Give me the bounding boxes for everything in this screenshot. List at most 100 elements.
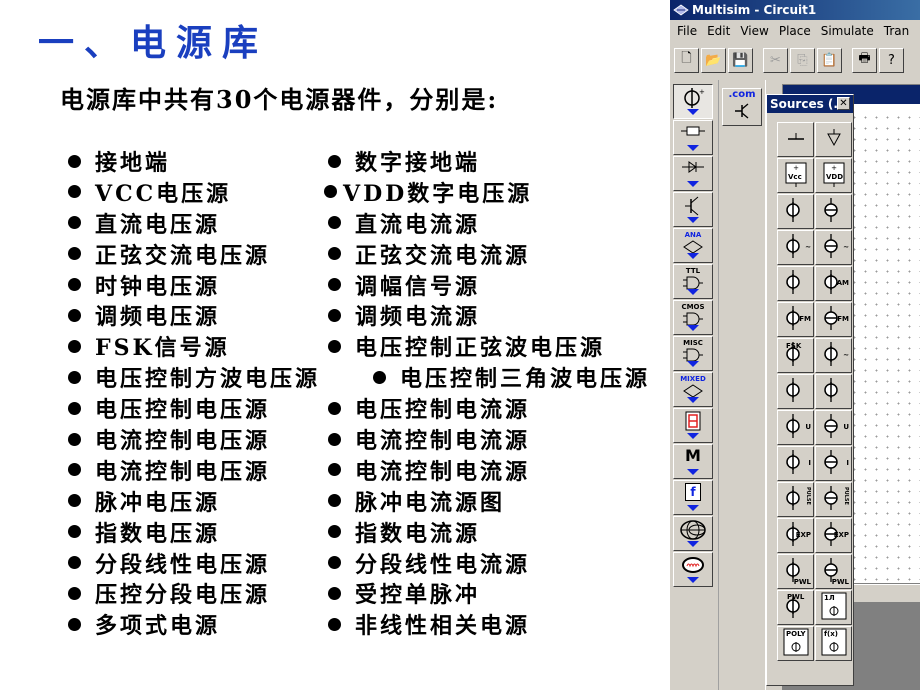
palette-item-vcvs[interactable]: U	[777, 410, 814, 445]
palette-item-ccvs[interactable]: I	[777, 446, 814, 481]
component-group-sources[interactable]: +	[673, 84, 713, 119]
list-item: FSK信号源	[68, 331, 230, 361]
palette-item-dc-current-source[interactable]	[815, 194, 852, 229]
bullet-icon	[68, 494, 81, 508]
list-row: 电流控制电压源 电流控制电流源	[68, 424, 668, 455]
palette-item-clock-source[interactable]	[777, 266, 814, 301]
copy-button[interactable]: ⎘	[790, 47, 815, 73]
palette-item-fm-current-source[interactable]: FM	[815, 302, 852, 337]
component-group-mixed[interactable]: MIXED	[673, 372, 713, 407]
palette-item-vc-square-source[interactable]	[777, 374, 814, 409]
paste-button[interactable]: 📋	[817, 47, 842, 73]
list-item: 指数电压源	[68, 517, 220, 547]
bullet-icon	[68, 154, 81, 168]
palette-item-fm-voltage-source[interactable]: FM	[777, 302, 814, 337]
palette-item-pulse-voltage-source[interactable]: PULSE	[777, 482, 814, 517]
component-group-controls[interactable]: f	[673, 480, 713, 515]
component-group-ttl[interactable]: TTL	[673, 264, 713, 299]
bullet-icon	[68, 432, 81, 446]
slide-title: 一、电源库	[38, 22, 269, 64]
open-folder-button[interactable]: 📂	[701, 47, 726, 73]
palette-item-pwl-current-source[interactable]: PWL	[815, 554, 852, 589]
palette-item-vc-sine-source[interactable]: ~	[815, 338, 852, 373]
bullet-icon	[328, 154, 341, 168]
close-icon[interactable]: ✕	[837, 97, 850, 110]
palette-item-dc-voltage-source[interactable]	[777, 194, 814, 229]
list-item-text: VDD数字电压源	[343, 180, 533, 207]
list-item: 分段线性电压源	[68, 548, 270, 578]
palette-item-polynomial-source[interactable]: POLY	[777, 626, 814, 661]
component-toolbar: + ANA TTL CMOS MISC MIXED Mf	[673, 84, 715, 588]
com-button[interactable]: .com	[722, 88, 762, 126]
menu-simulate[interactable]: Simulate	[821, 24, 874, 38]
palette-item-digital-ground[interactable]	[815, 122, 852, 157]
palette-grid: + Vcc + VDD ~ ~ AM FM FM FSK ~ U U I I PULSE PULSE EXP EXP…	[777, 122, 853, 661]
palette-item-ground[interactable]	[777, 122, 814, 157]
palette-item-controlled-one-shot[interactable]: 1Л	[815, 590, 852, 625]
list-item-text: 电压控制电流源	[355, 397, 531, 424]
palette-item-pulse-current-source[interactable]: PULSE	[815, 482, 852, 517]
palette-item-exp-voltage-source[interactable]: EXP	[777, 518, 814, 553]
bullet-icon	[328, 278, 341, 292]
list-item: 调频电压源	[68, 300, 220, 330]
window-title: Multisim - Circuit1	[692, 3, 817, 17]
bullet-icon	[68, 556, 81, 570]
save-button[interactable]: 💾	[728, 47, 753, 73]
palette-item-pwl-voltage-source[interactable]: PWL	[777, 554, 814, 589]
ttl-label: TTL	[685, 267, 701, 275]
com-label: .com	[728, 89, 756, 100]
help-icon: ?	[888, 52, 895, 68]
palette-item-exp-current-source[interactable]: EXP	[815, 518, 852, 553]
component-group-diodes[interactable]	[673, 156, 713, 191]
print-button[interactable]: 🖶	[852, 47, 877, 73]
palette-item-vcc-source[interactable]: + Vcc	[777, 158, 814, 193]
list-item-text: 电流控制电流源	[355, 428, 531, 455]
palette-item-nonlinear-dependent-source[interactable]: f(x)	[815, 626, 852, 661]
new-file-button[interactable]: 🗋	[674, 47, 699, 73]
palette-titlebar[interactable]: Sources (... ✕	[767, 95, 853, 113]
palette-item-vc-pwl-source[interactable]: PWL	[777, 590, 814, 625]
menu-edit[interactable]: Edit	[707, 24, 730, 38]
palette-item-vc-triangle-source[interactable]	[815, 374, 852, 409]
palette-item-ac-voltage-source[interactable]: ~	[777, 230, 814, 265]
bullet-icon	[328, 308, 341, 322]
component-group-misc-digital[interactable]: MISC	[673, 336, 713, 371]
palette-item-ac-current-source[interactable]: ~	[815, 230, 852, 265]
bullet-icon	[328, 494, 341, 508]
list-item-text: 电压控制正弦波电压源	[355, 335, 606, 362]
palette-item-label: f(x)	[824, 630, 838, 638]
component-group-indicators[interactable]	[673, 408, 713, 443]
component-group-electromechanical[interactable]	[673, 552, 713, 587]
palette-item-label: ~	[843, 243, 849, 251]
palette-item-label: ~	[843, 351, 849, 359]
list-item: 调幅信号源	[328, 270, 480, 300]
component-group-cmos[interactable]: CMOS	[673, 300, 713, 335]
menu-tran[interactable]: Tran	[884, 24, 909, 38]
list-item: 脉冲电压源	[68, 486, 220, 516]
list-item: 多项式电源	[68, 609, 220, 639]
vc-square-source-icon	[781, 375, 811, 409]
cut-button[interactable]: ✂	[763, 47, 788, 73]
component-group-transistors[interactable]	[673, 192, 713, 227]
palette-title: Sources (...	[770, 97, 848, 111]
menu-view[interactable]: View	[740, 24, 768, 38]
palette-item-vdd-source[interactable]: + VDD	[815, 158, 852, 193]
palette-item-label: U	[805, 423, 811, 431]
list-item: 电压控制电压源	[68, 393, 270, 423]
list-row: FSK信号源 电压控制正弦波电压源	[68, 331, 668, 362]
menu-file[interactable]: File	[677, 24, 697, 38]
component-group-misc[interactable]: M	[673, 444, 713, 479]
list-item-text: 压控分段电压源	[95, 582, 271, 609]
menu-place[interactable]: Place	[779, 24, 811, 38]
dropdown-arrow-icon	[687, 217, 699, 223]
palette-item-fsk-source[interactable]: FSK	[777, 338, 814, 373]
help-button[interactable]: ?	[879, 47, 904, 73]
palette-item-vccs[interactable]: U	[815, 410, 852, 445]
component-group-rf[interactable]	[673, 516, 713, 551]
palette-item-am-source[interactable]: AM	[815, 266, 852, 301]
list-item-text: VCC电压源	[95, 180, 232, 207]
component-group-analog[interactable]: ANA	[673, 228, 713, 263]
palette-item-cccs[interactable]: I	[815, 446, 852, 481]
component-group-basic[interactable]	[673, 120, 713, 155]
dropdown-arrow-icon	[687, 577, 699, 583]
